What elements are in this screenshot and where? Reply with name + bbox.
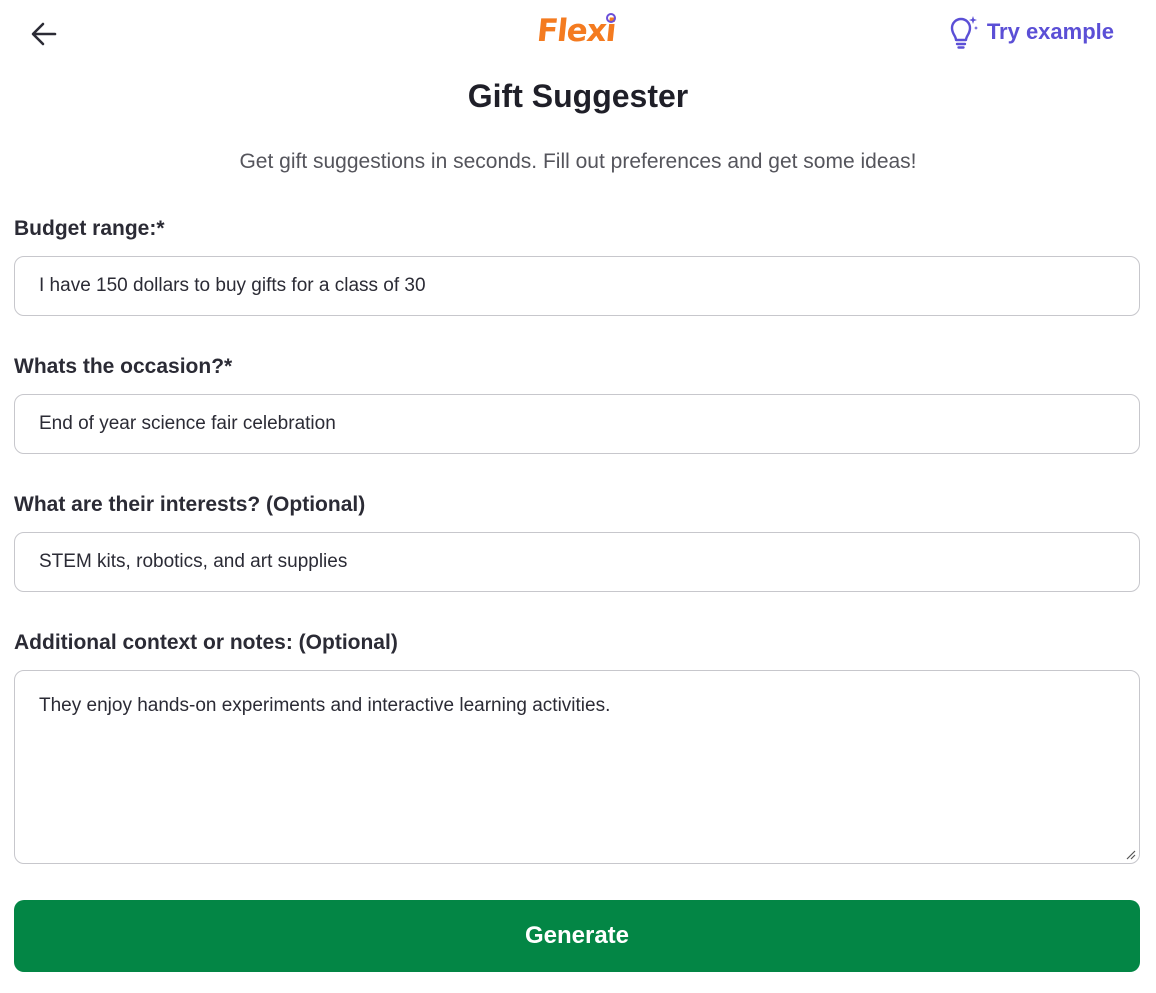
generate-button[interactable]: Generate xyxy=(14,900,1140,972)
header: Flexi Try example xyxy=(0,0,1156,68)
budget-label: Budget range:* xyxy=(14,217,165,240)
arrow-left-icon xyxy=(31,22,57,46)
page-title: Gift Suggester xyxy=(467,78,689,114)
notes-label: Additional context or notes: (Optional) xyxy=(14,631,398,654)
flexi-logo: Flexi xyxy=(535,13,618,49)
resize-grip-icon[interactable] xyxy=(1124,848,1136,860)
back-button[interactable] xyxy=(26,16,62,52)
try-example-label: Try example xyxy=(986,19,1114,44)
page-subtitle: Get gift suggestions in seconds. Fill ou… xyxy=(239,150,917,173)
lightbulb-sparkle-icon xyxy=(950,16,978,49)
budget-input[interactable] xyxy=(14,256,1140,316)
logo-dot xyxy=(606,13,616,23)
gift-suggester-page: Flexi Try example Gift Suggester Get gif… xyxy=(0,0,1156,993)
occasion-input[interactable] xyxy=(14,394,1140,454)
interests-input[interactable] xyxy=(14,532,1140,592)
try-example-button[interactable]: Try example xyxy=(943,12,1114,52)
interests-label: What are their interests? (Optional) xyxy=(14,493,366,516)
occasion-label: Whats the occasion?* xyxy=(14,355,233,378)
notes-textarea[interactable]: They enjoy hands-on experiments and inte… xyxy=(14,670,1140,864)
